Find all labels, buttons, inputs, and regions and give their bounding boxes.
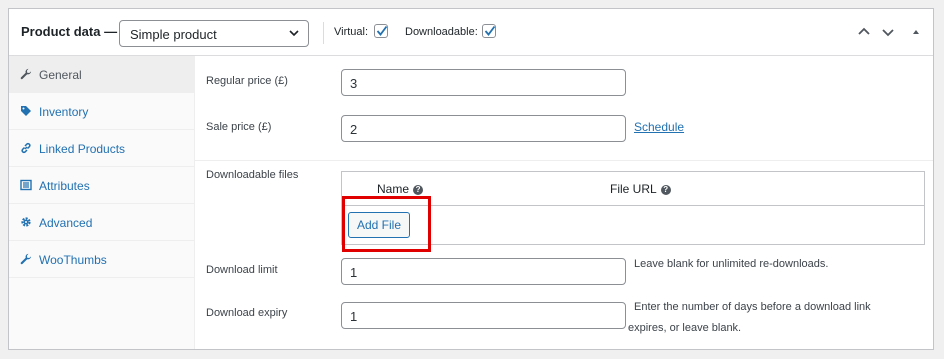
- sale-price-input[interactable]: 2: [341, 115, 626, 142]
- product-data-header: Product data — Simple product Virtual: D…: [9, 9, 933, 56]
- product-data-tabs: General Inventory Linked Products Attrib…: [9, 56, 195, 349]
- panel-title: Product data —: [21, 24, 118, 39]
- tab-general[interactable]: General: [9, 56, 194, 93]
- column-header-label: Name: [377, 182, 410, 196]
- wrench-icon: [20, 68, 32, 80]
- download-limit-label: Download limit: [206, 264, 278, 276]
- tab-inventory[interactable]: Inventory: [9, 93, 194, 130]
- highlight-box: [342, 196, 431, 252]
- checkmark-icon: [484, 25, 496, 36]
- chevron-down-icon[interactable]: [880, 24, 896, 40]
- schedule-link[interactable]: Schedule: [634, 120, 684, 134]
- checkmark-icon: [376, 25, 388, 36]
- tab-label: Advanced: [39, 216, 93, 230]
- downloadable-files-label: Downloadable files: [206, 169, 299, 181]
- gear-icon: [21, 217, 31, 227]
- wrench-icon: [20, 253, 32, 265]
- tab-advanced[interactable]: Advanced: [9, 204, 194, 241]
- chevron-up-icon[interactable]: [856, 24, 872, 40]
- column-header-name: Name?: [377, 182, 424, 196]
- regular-price-label: Regular price (£): [206, 75, 288, 87]
- download-expiry-input[interactable]: 1: [341, 302, 626, 329]
- sale-price-value: 2: [350, 122, 358, 137]
- column-header-file-url: File URL?: [610, 182, 671, 196]
- link-icon: [21, 142, 31, 154]
- tab-linked-products[interactable]: Linked Products: [9, 130, 194, 167]
- section-divider: [195, 160, 933, 161]
- regular-price-value: 3: [350, 76, 358, 91]
- download-limit-input[interactable]: 1: [341, 258, 626, 285]
- tab-label: Linked Products: [39, 142, 126, 156]
- virtual-checkbox[interactable]: [374, 24, 388, 38]
- tag-icon: [21, 106, 31, 116]
- tab-label: General: [39, 68, 82, 82]
- column-header-label: File URL: [610, 182, 657, 196]
- product-type-value: Simple product: [130, 27, 217, 42]
- product-data-panel: Product data — Simple product Virtual: D…: [8, 8, 934, 350]
- download-limit-description: Leave blank for unlimited re-downloads.: [634, 258, 829, 270]
- tab-woothumbs[interactable]: WooThumbs: [9, 241, 194, 278]
- sale-price-label: Sale price (£): [206, 121, 272, 133]
- download-expiry-description-line2: expires, or leave blank.: [628, 322, 742, 334]
- downloadable-label: Downloadable:: [405, 26, 478, 38]
- help-icon[interactable]: ?: [660, 185, 671, 195]
- list-icon: [20, 179, 32, 191]
- tab-label: Attributes: [39, 179, 90, 193]
- tab-attributes[interactable]: Attributes: [9, 167, 194, 204]
- download-expiry-description-line1: Enter the number of days before a downlo…: [634, 301, 871, 313]
- download-limit-value: 1: [350, 265, 358, 280]
- help-icon[interactable]: ?: [413, 185, 424, 195]
- tab-label: Inventory: [39, 105, 89, 119]
- toggle-arrow-icon[interactable]: [908, 24, 924, 40]
- download-expiry-label: Download expiry: [206, 307, 288, 319]
- tab-label: WooThumbs: [39, 253, 107, 267]
- chevron-down-icon: [289, 30, 299, 37]
- download-expiry-value: 1: [350, 309, 358, 324]
- header-divider: [323, 22, 324, 44]
- regular-price-input[interactable]: 3: [341, 69, 626, 96]
- product-type-select[interactable]: Simple product: [119, 20, 309, 47]
- downloadable-checkbox[interactable]: [482, 24, 496, 38]
- general-options-panel: Regular price (£) 3 Sale price (£) 2 Sch…: [195, 56, 933, 349]
- virtual-label: Virtual:: [334, 26, 369, 38]
